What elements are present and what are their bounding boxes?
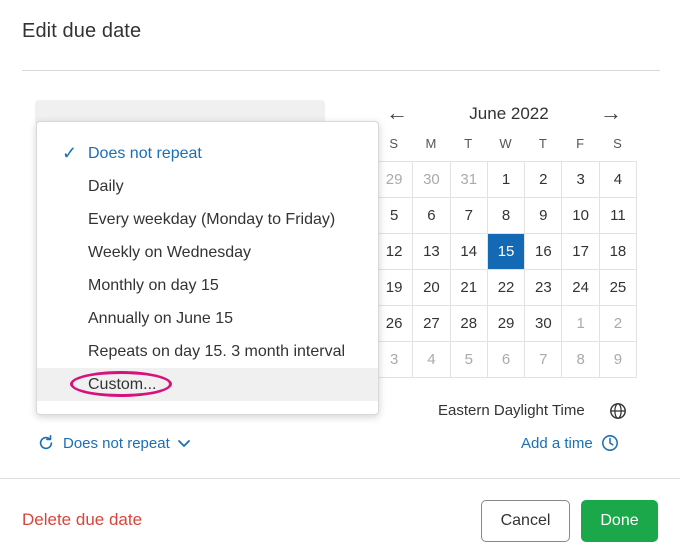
option-label: Monthly on day 15 bbox=[88, 277, 219, 294]
repeat-icon bbox=[39, 434, 53, 450]
calendar-day[interactable]: 29 bbox=[487, 306, 526, 342]
calendar-day[interactable]: 1 bbox=[487, 162, 526, 198]
calendar-day[interactable]: 14 bbox=[450, 234, 488, 270]
calendar-day[interactable]: 5 bbox=[450, 342, 488, 378]
option-label: Repeats on day 15. 3 month interval bbox=[88, 343, 346, 360]
calendar-header: ← June 2022 → bbox=[382, 96, 636, 132]
option-label: Daily bbox=[88, 178, 124, 195]
calendar-day[interactable]: 13 bbox=[413, 234, 451, 270]
calendar-grid: 29 30 31 1 2 3 4 5 6 7 8 9 10 11 12 13 14 15 16 17 18 19 20 21 2… bbox=[375, 161, 638, 378]
repeat-option-3-month-interval[interactable]: Repeats on day 15. 3 month interval bbox=[37, 335, 378, 368]
checkmark-icon: ✓ bbox=[62, 143, 78, 163]
calendar-day[interactable]: 22 bbox=[487, 270, 526, 306]
repeat-option-weekly[interactable]: Weekly on Wednesday bbox=[37, 236, 378, 269]
calendar-day[interactable]: 18 bbox=[599, 234, 638, 270]
calendar-day[interactable]: 8 bbox=[562, 342, 600, 378]
month-label: June 2022 bbox=[469, 104, 549, 123]
repeat-dropdown-menu: ✓ Does not repeat Daily Every weekday (M… bbox=[36, 121, 379, 415]
calendar-day[interactable]: 4 bbox=[413, 342, 451, 378]
done-button[interactable]: Done bbox=[581, 500, 658, 542]
repeat-option-every-weekday[interactable]: Every weekday (Monday to Friday) bbox=[37, 203, 378, 236]
repeat-toggle-label: Does not repeat bbox=[63, 434, 170, 452]
delete-due-date-link[interactable]: Delete due date bbox=[22, 510, 142, 530]
timezone-label: Eastern Daylight Time bbox=[438, 402, 585, 419]
option-label: Does not repeat bbox=[88, 145, 202, 162]
calendar-day[interactable]: 27 bbox=[413, 306, 451, 342]
calendar-day[interactable]: 3 bbox=[376, 342, 414, 378]
calendar-day[interactable]: 17 bbox=[562, 234, 600, 270]
calendar-day[interactable]: 30 bbox=[413, 162, 451, 198]
calendar-day[interactable]: 23 bbox=[525, 270, 563, 306]
dialog-title: Edit due date bbox=[22, 20, 142, 42]
weekday-label: W bbox=[499, 136, 512, 151]
option-label: Custom... bbox=[88, 376, 157, 393]
clock-icon bbox=[601, 435, 618, 451]
calendar-day[interactable]: 24 bbox=[562, 270, 600, 306]
globe-icon[interactable] bbox=[609, 402, 627, 420]
repeat-option-daily[interactable]: Daily bbox=[37, 170, 378, 203]
calendar-day[interactable]: 6 bbox=[413, 198, 451, 234]
calendar-day[interactable]: 4 bbox=[599, 162, 638, 198]
calendar-day[interactable]: 2 bbox=[525, 162, 563, 198]
footer-divider bbox=[0, 478, 680, 479]
calendar-day[interactable]: 26 bbox=[376, 306, 414, 342]
calendar-day-selected[interactable]: 15 bbox=[487, 234, 526, 270]
calendar-day[interactable]: 28 bbox=[450, 306, 488, 342]
repeat-toggle[interactable]: Does not repeat bbox=[37, 434, 191, 452]
calendar-day[interactable]: 5 bbox=[376, 198, 414, 234]
calendar-day[interactable]: 8 bbox=[487, 198, 526, 234]
weekday-label: M bbox=[425, 136, 437, 151]
calendar-day[interactable]: 10 bbox=[562, 198, 600, 234]
calendar-day[interactable]: 7 bbox=[525, 342, 563, 378]
repeat-option-annually[interactable]: Annually on June 15 bbox=[37, 302, 378, 335]
calendar-day[interactable]: 7 bbox=[450, 198, 488, 234]
add-time-label: Add a time bbox=[521, 434, 593, 452]
calendar-day[interactable]: 20 bbox=[413, 270, 451, 306]
weekday-label: S bbox=[613, 136, 622, 151]
calendar-day[interactable]: 3 bbox=[562, 162, 600, 198]
calendar-day[interactable]: 31 bbox=[450, 162, 488, 198]
calendar-day[interactable]: 2 bbox=[599, 306, 638, 342]
repeat-option-does-not-repeat[interactable]: ✓ Does not repeat bbox=[37, 137, 378, 170]
next-month-icon[interactable]: → bbox=[600, 100, 622, 126]
weekday-label: F bbox=[576, 136, 585, 151]
option-label: Every weekday (Monday to Friday) bbox=[88, 211, 336, 228]
calendar-day[interactable]: 19 bbox=[376, 270, 414, 306]
calendar-day[interactable]: 25 bbox=[599, 270, 638, 306]
calendar-day[interactable]: 6 bbox=[487, 342, 526, 378]
calendar-day[interactable]: 12 bbox=[376, 234, 414, 270]
option-label: Annually on June 15 bbox=[88, 310, 233, 327]
repeat-option-custom[interactable]: Custom... bbox=[37, 368, 378, 401]
calendar-day[interactable]: 29 bbox=[376, 162, 414, 198]
cancel-button[interactable]: Cancel bbox=[481, 500, 570, 542]
header-divider bbox=[22, 70, 660, 71]
weekday-label: S bbox=[389, 136, 398, 151]
weekday-label: T bbox=[538, 136, 547, 151]
calendar-day[interactable]: 9 bbox=[525, 198, 563, 234]
calendar-day[interactable]: 11 bbox=[599, 198, 638, 234]
calendar-day[interactable]: 1 bbox=[562, 306, 600, 342]
weekday-header: S M T W T F S bbox=[375, 136, 637, 151]
weekday-label: T bbox=[464, 136, 473, 151]
calendar-day[interactable]: 9 bbox=[599, 342, 638, 378]
repeat-option-monthly[interactable]: Monthly on day 15 bbox=[37, 269, 378, 302]
chevron-down-icon bbox=[177, 440, 190, 447]
add-time-button[interactable]: Add a time bbox=[521, 434, 619, 452]
calendar-day[interactable]: 30 bbox=[525, 306, 563, 342]
option-label: Weekly on Wednesday bbox=[88, 244, 252, 261]
calendar-day[interactable]: 16 bbox=[525, 234, 563, 270]
calendar-day[interactable]: 21 bbox=[450, 270, 488, 306]
